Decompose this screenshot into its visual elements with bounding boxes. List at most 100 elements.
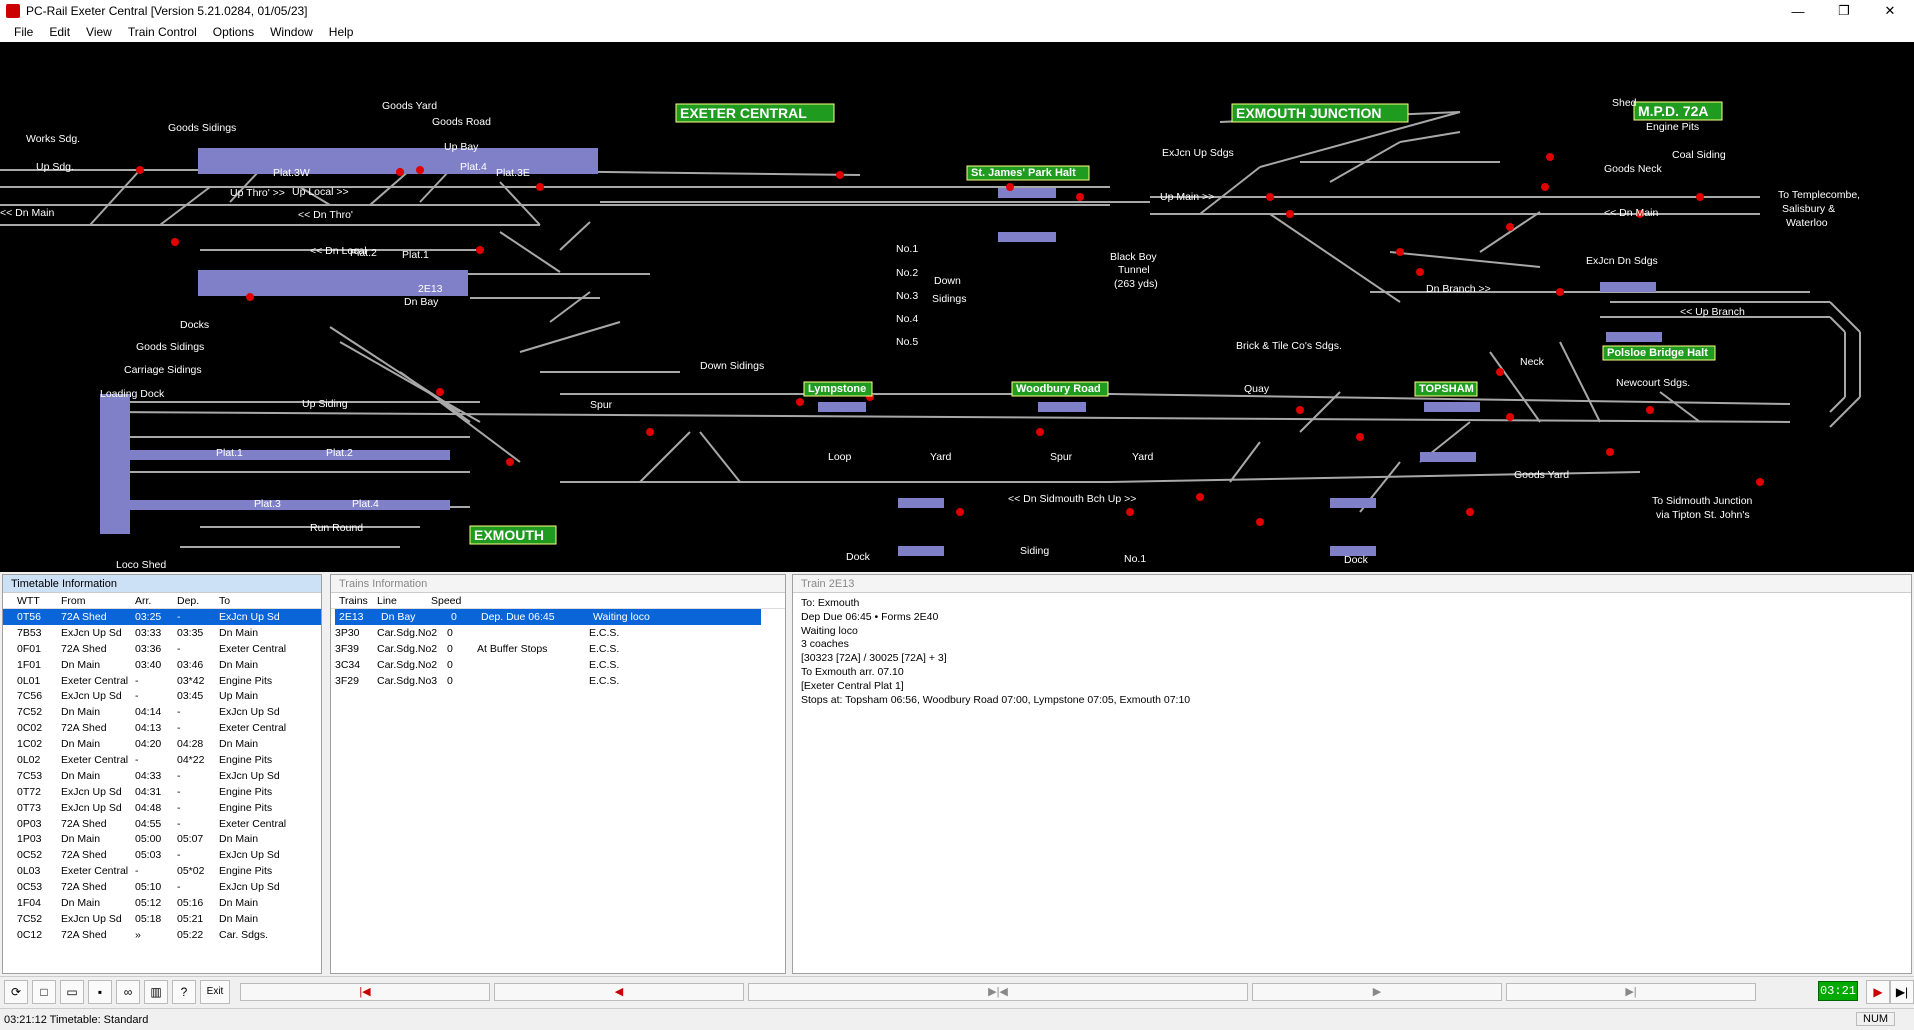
train-cell: 0 (447, 626, 453, 639)
track-segment (1269, 213, 1401, 303)
train-cell: 2E13 (339, 610, 364, 623)
diagram-label: Goods Neck (1604, 163, 1663, 175)
train-row[interactable]: 3P30 Car.Sdg.No2 0 E.C.S. (331, 625, 757, 641)
timetable-cell: - (177, 849, 181, 862)
signal-light (1396, 248, 1404, 256)
train-row[interactable]: 3F29 Car.Sdg.No3 0 E.C.S. (331, 673, 757, 689)
rewind-button[interactable]: |◀ (240, 982, 490, 1001)
help-icon[interactable]: ? (172, 979, 196, 1004)
timetable-row[interactable]: 1F04 Dn Main 05:12 05:16 Dn Main (3, 895, 321, 911)
play-button[interactable]: ▶ (1252, 982, 1502, 1001)
timetable-row[interactable]: 0L01 Exeter Central - 03*42 Engine Pits (3, 673, 321, 689)
timetable-row[interactable]: 7B53 ExJcn Up Sd 03:33 03:35 Dn Main (3, 625, 321, 641)
timetable-row[interactable]: 0P03 72A Shed 04:55 - Exeter Central (3, 816, 321, 832)
timetable-cell: Dn Main (61, 769, 101, 782)
book-icon[interactable]: ▥ (144, 979, 168, 1004)
refresh-icon[interactable]: ⟳ (4, 979, 28, 1004)
reverse-play-button[interactable]: ◀ (494, 982, 744, 1001)
timetable-cell: - (177, 722, 181, 735)
signal-light (436, 388, 444, 396)
menu-options[interactable]: Options (205, 25, 262, 39)
maximize-button[interactable]: ❐ (1821, 0, 1867, 22)
timetable-row[interactable]: 0L03 Exeter Central - 05*02 Engine Pits (3, 863, 321, 879)
platform (130, 500, 450, 510)
track-layout[interactable]: EXETER CENTRAL EXMOUTH JUNCTION M.P.D. 72A… (0, 42, 1914, 572)
timetable-cell: - (177, 610, 181, 623)
timetable-row[interactable]: 1F01 Dn Main 03:40 03:46 Dn Main (3, 657, 321, 673)
fast-forward-button[interactable]: ▶| (1506, 982, 1756, 1001)
diagram-label: << Dn Main (0, 207, 54, 219)
col-speed[interactable]: Speed (431, 595, 671, 607)
diagram-label: Up Main >> (1160, 191, 1214, 203)
diagram-label: ExJcn Dn Sdgs (1586, 255, 1658, 267)
close-button[interactable]: ✕ (1867, 0, 1913, 22)
timetable-row[interactable]: 1C02 Dn Main 04:20 04:28 Dn Main (3, 736, 321, 752)
timetable-row[interactable]: 7C56 ExJcn Up Sd - 03:45 Up Main (3, 688, 321, 704)
binoculars-icon[interactable]: ∞ (116, 979, 140, 1004)
step-icon[interactable]: ▶| (1890, 980, 1914, 1004)
timetable-row[interactable]: 0C53 72A Shed 05:10 - ExJcn Up Sd (3, 879, 321, 895)
col-from[interactable]: From (61, 595, 135, 607)
timetable-cell: ExJcn Up Sd (219, 610, 280, 623)
col-wtt[interactable]: WTT (3, 595, 61, 607)
timetable-cell: 0T73 (17, 801, 41, 814)
timetable-cell: 04:48 (135, 801, 162, 814)
timetable-row[interactable]: 1P03 Dn Main 05:00 05:07 Dn Main (3, 831, 321, 847)
diagram-label: 2E13 (418, 283, 443, 295)
platform (1424, 402, 1480, 412)
timetable-cell: 0C02 (17, 722, 43, 735)
diagram-label: Plat.3W (273, 167, 310, 179)
trains-list[interactable]: 2E13 Dn Bay 0 Dep. Due 06:45 Waiting loco 3P3… (331, 609, 785, 688)
menu-train-control[interactable]: Train Control (120, 25, 205, 39)
train-row[interactable]: 3F39 Car.Sdg.No2 0 At Buffer Stops E.C.S. (331, 641, 757, 657)
timetable-row[interactable]: 0L02 Exeter Central - 04*22 Engine Pits (3, 752, 321, 768)
timetable-row[interactable]: 7C52 Dn Main 04:14 - ExJcn Up Sd (3, 704, 321, 720)
col-to[interactable]: To (219, 595, 309, 607)
menu-window[interactable]: Window (262, 25, 321, 39)
timetable-row[interactable]: 7C53 Dn Main 04:33 - ExJcn Up Sd (3, 768, 321, 784)
timetable-cell: Dn Main (61, 706, 101, 719)
menu-help[interactable]: Help (321, 25, 362, 39)
col-line[interactable]: Line (377, 595, 431, 607)
new-file-icon[interactable]: □ (32, 979, 56, 1004)
timetable-row[interactable]: 0T72 ExJcn Up Sd 04:31 - Engine Pits (3, 784, 321, 800)
exit-button[interactable]: Exit (200, 979, 230, 1004)
signal-light (476, 246, 484, 254)
timetable-row[interactable]: 0F01 72A Shed 03:36 - Exeter Central (3, 641, 321, 657)
minimize-button[interactable]: — (1775, 0, 1821, 22)
timetable-panel: Timetable Information WTT From Arr. Dep.… (2, 574, 322, 974)
timetable-cell: - (135, 674, 139, 687)
timetable-cell: 04:31 (135, 785, 162, 798)
timetable-row[interactable]: 0C52 72A Shed 05:03 - ExJcn Up Sd (3, 847, 321, 863)
platform (100, 394, 130, 534)
menu-view[interactable]: View (78, 25, 120, 39)
timetable-row[interactable]: 0C12 72A Shed » 05:22 Car. Sdgs. (3, 927, 321, 943)
save-icon[interactable]: ▪ (88, 979, 112, 1004)
col-dep[interactable]: Dep. (177, 595, 219, 607)
timetable-cell: 05:07 (177, 833, 204, 846)
menu-file[interactable]: File (6, 25, 41, 39)
title-bar: PC-Rail Exeter Central [Version 5.21.028… (0, 0, 1914, 22)
platform (1420, 452, 1476, 462)
timetable-cell: 03:45 (177, 690, 204, 703)
col-trains[interactable]: Trains (331, 595, 377, 607)
menu-edit[interactable]: Edit (41, 25, 78, 39)
diagram-label: Dn Bay (404, 296, 439, 308)
open-folder-icon[interactable]: ▭ (60, 979, 84, 1004)
timetable-row[interactable]: 0C02 72A Shed 04:13 - Exeter Central (3, 720, 321, 736)
signal-diagram[interactable]: EXETER CENTRAL EXMOUTH JUNCTION M.P.D. 72A… (0, 42, 1914, 572)
timetable-cell: ExJcn Up Sd (61, 785, 122, 798)
diagram-label: Up Local >> (292, 186, 349, 198)
toolbar: ⟳ □ ▭ ▪ ∞ ▥ ? Exit |◀ ◀ ▶|◀ ▶ ▶| 03:21 ▶… (0, 976, 1914, 1006)
run-icon[interactable]: ▶ (1866, 980, 1890, 1004)
timetable-row[interactable]: 7C52 ExJcn Up Sd 05:18 05:21 Dn Main (3, 911, 321, 927)
train-row[interactable]: 2E13 Dn Bay 0 Dep. Due 06:45 Waiting loco (335, 609, 761, 625)
diagram-label: Goods Sidings (136, 341, 204, 353)
track-segment (559, 221, 591, 251)
train-row[interactable]: 3C34 Car.Sdg.No2 0 E.C.S. (331, 657, 757, 673)
timetable-list[interactable]: 0T56 72A Shed 03:25- ExJcn Up Sd 7B53 ExJcn U… (3, 609, 321, 943)
col-arr[interactable]: Arr. (135, 595, 177, 607)
timetable-row[interactable]: 0T73 ExJcn Up Sd 04:48 - Engine Pits (3, 800, 321, 816)
pause-button[interactable]: ▶|◀ (748, 982, 1248, 1001)
timetable-row[interactable]: 0T56 72A Shed 03:25 - ExJcn Up Sd (3, 609, 321, 625)
